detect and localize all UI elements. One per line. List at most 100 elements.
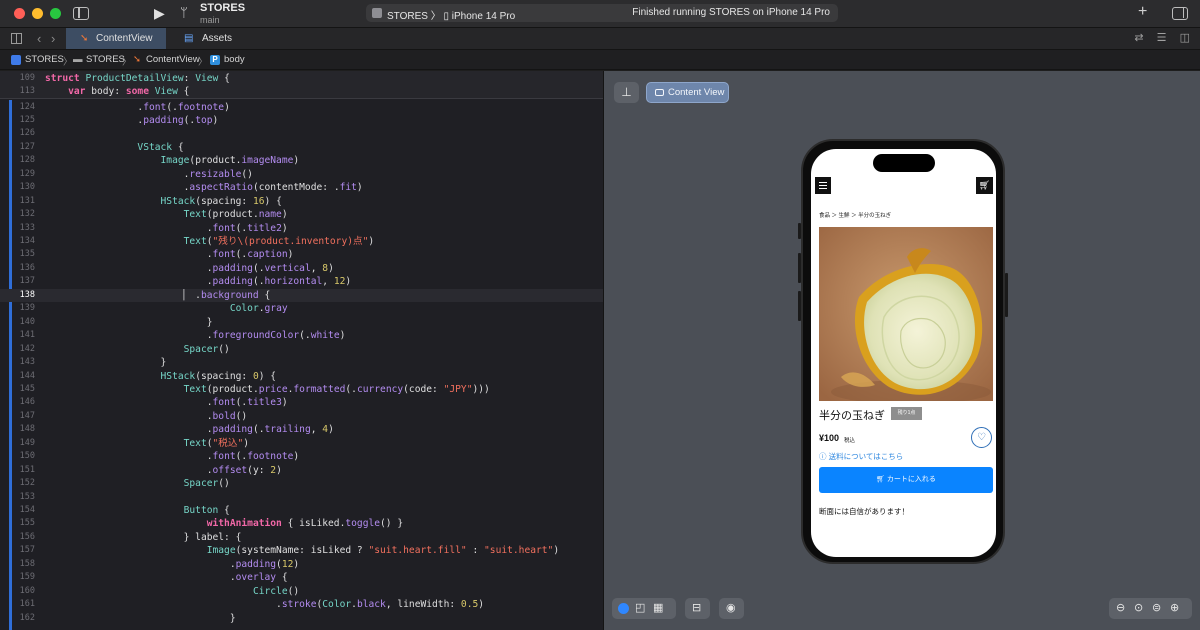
chevron-right-icon[interactable]: ›	[51, 31, 55, 46]
inspector-toggle-icon[interactable]	[1172, 7, 1188, 20]
code-line[interactable]: 155 withAnimation { isLiked.toggle() }	[0, 517, 603, 530]
product-price: ¥100	[819, 433, 840, 443]
menu-icon[interactable]	[815, 177, 831, 194]
run-icon[interactable]: ▶	[154, 6, 165, 20]
code-text: Image(product.imageName)	[160, 155, 300, 167]
code-line[interactable]: 132 Text(product.name)	[0, 208, 603, 221]
split-editor-icon[interactable]: ◫	[1180, 32, 1190, 44]
pin-icon[interactable]: ⊥	[614, 82, 639, 103]
code-line[interactable]: 142 Spacer()	[0, 343, 603, 356]
code-line[interactable]: 128 Image(product.imageName)	[0, 154, 603, 167]
xcode-window: ▶ ᛘ STORES main STORES 〉 ▯ iPhone 14 Pro…	[0, 0, 1200, 630]
like-button[interactable]: ♡	[971, 427, 992, 448]
line-number: 129	[19, 168, 35, 179]
code-line[interactable]: 157 Image(systemName: isLiked ? "suit.he…	[0, 544, 603, 557]
code-line[interactable]: 148 .padding(.trailing, 4)	[0, 423, 603, 436]
add-to-cart-button[interactable]: 🛒︎ カートに入れる	[819, 467, 993, 493]
tab-contentview[interactable]: ➘ ContentView	[66, 28, 166, 49]
preview-device-button[interactable]: ◉	[719, 598, 744, 619]
line-number: 159	[19, 572, 35, 583]
line-number: 137	[19, 276, 35, 287]
code-text: Text("残り\(product.inventory)点")	[183, 236, 375, 247]
code-line[interactable]: 124 .font(.footnote)	[0, 101, 603, 114]
code-line[interactable]: 129 .resizable()	[0, 168, 603, 181]
code-line[interactable]: 160 Circle()	[0, 585, 603, 598]
code-line[interactable]: 147 .bold()	[0, 410, 603, 423]
selectable-icon[interactable]: ◰	[635, 601, 645, 614]
code-text: Text(product.name)	[183, 209, 288, 221]
close-window-button[interactable]	[14, 8, 25, 19]
project-name[interactable]: STORES	[200, 2, 245, 14]
line-number: 139	[19, 303, 35, 314]
navigator-toggle-icon[interactable]	[73, 7, 89, 20]
live-preview-icon[interactable]	[618, 603, 629, 614]
side-button	[798, 253, 801, 283]
cart-icon[interactable]: 🛒︎	[976, 177, 993, 194]
code-line[interactable]: 140 }	[0, 316, 603, 329]
device-settings-button[interactable]: ⊟	[685, 598, 710, 619]
code-line[interactable]: 138 ▏ .background {	[0, 288, 603, 303]
code-line[interactable]: 134 Text("残り\(product.inventory)点")	[0, 235, 603, 248]
tab-assets[interactable]: ▤ Assets	[172, 28, 242, 49]
swap-icon[interactable]: ⇄	[1134, 32, 1143, 44]
jumpbar-symbol[interactable]: body	[224, 54, 245, 65]
jumpbar-project[interactable]: STORES	[25, 54, 64, 65]
code-line[interactable]: 158 .padding(12)	[0, 558, 603, 571]
code-line[interactable]: 133 .font(.title2)	[0, 222, 603, 235]
code-line[interactable]: 135 .font(.caption)	[0, 248, 603, 261]
code-line[interactable]: 143 }	[0, 356, 603, 369]
shipping-info-link[interactable]: ⓘ 送料についてはこちら	[819, 451, 903, 462]
zoom-out-icon[interactable]: ⊖	[1116, 598, 1125, 619]
code-line[interactable]: 126	[0, 127, 603, 140]
code-line[interactable]: 156 } label: {	[0, 531, 603, 544]
jumpbar-file[interactable]: ContentView	[146, 54, 200, 65]
code-line[interactable]: 136 .padding(.vertical, 8)	[0, 262, 603, 275]
side-button	[1005, 273, 1008, 317]
lines-icon[interactable]: ☰	[1157, 32, 1167, 44]
code-line[interactable]: 162 }	[0, 612, 603, 625]
code-line[interactable]: 161 .stroke(Color.black, lineWidth: 0.5)	[0, 598, 603, 611]
code-line[interactable]: 154 Button {	[0, 504, 603, 517]
minimize-window-button[interactable]	[32, 8, 43, 19]
scheme-selector[interactable]: STORES 〉 ▯ iPhone 14 Pro	[387, 7, 515, 22]
code-line[interactable]: 141 .foregroundColor(.white)	[0, 329, 603, 342]
product-description: 断面には自信があります！	[819, 507, 909, 516]
editor-options: ⇄ ☰ ◫	[1124, 31, 1190, 44]
grid-icon[interactable]	[11, 33, 22, 44]
plus-icon[interactable]: +	[1138, 4, 1147, 20]
code-line[interactable]: 149 Text("税込")	[0, 437, 603, 450]
code-line[interactable]: 145 Text(product.price.formatted(.curren…	[0, 383, 603, 396]
zoom-fit-icon[interactable]: ⊜	[1152, 598, 1161, 619]
variants-icon[interactable]: ▦	[653, 601, 663, 614]
code-line[interactable]: 113 var body: some View {	[0, 85, 603, 98]
code-text: .font(.footnote)	[45, 101, 230, 113]
code-line[interactable]: 150 .font(.footnote)	[0, 450, 603, 463]
code-line[interactable]: 125 .padding(.top)	[0, 114, 603, 127]
code-text: withAnimation { isLiked.toggle() }	[206, 518, 404, 530]
code-line[interactable]: 139 Color.gray	[0, 302, 603, 315]
code-line[interactable]: 152 Spacer()	[0, 477, 603, 490]
code-line[interactable]: 130 .aspectRatio(contentMode: .fit)	[0, 181, 603, 194]
code-line[interactable]: 153	[0, 491, 603, 504]
chevron-left-icon[interactable]: ‹	[37, 31, 41, 46]
zoom-actual-icon[interactable]: ⊙	[1134, 598, 1143, 619]
code-line[interactable]: 137 .padding(.horizontal, 12)	[0, 275, 603, 288]
jumpbar-folder[interactable]: STORES	[86, 54, 125, 65]
code-line[interactable]: 131 HStack(spacing: 16) {	[0, 195, 603, 208]
code-line[interactable]: 109 struct ProductDetailView: View {	[0, 72, 603, 85]
code-line[interactable]: 151 .offset(y: 2)	[0, 464, 603, 477]
content-view-preview-button[interactable]: Content View	[646, 82, 729, 103]
code-line[interactable]: 144 HStack(spacing: 0) {	[0, 370, 603, 383]
zoom-window-button[interactable]	[50, 8, 61, 19]
preview-mode-group: ◰ ▦	[612, 598, 676, 619]
code-line[interactable]: 146 .font(.title3)	[0, 396, 603, 409]
code-line[interactable]: 127 VStack {	[0, 141, 603, 154]
code-line[interactable]: 159 .overlay {	[0, 571, 603, 584]
source-editor[interactable]: 109 struct ProductDetailView: View {113 v…	[0, 71, 603, 630]
code-text: Text(product.price.formatted(.currency(c…	[183, 383, 490, 395]
build-status: Finished running STORES on iPhone 14 Pro	[632, 7, 830, 18]
code-text: VStack {	[137, 141, 184, 153]
zoom-in-icon[interactable]: ⊕	[1170, 598, 1179, 619]
code-text: .aspectRatio(contentMode: .fit)	[45, 182, 363, 194]
onion-illustration	[819, 227, 993, 401]
